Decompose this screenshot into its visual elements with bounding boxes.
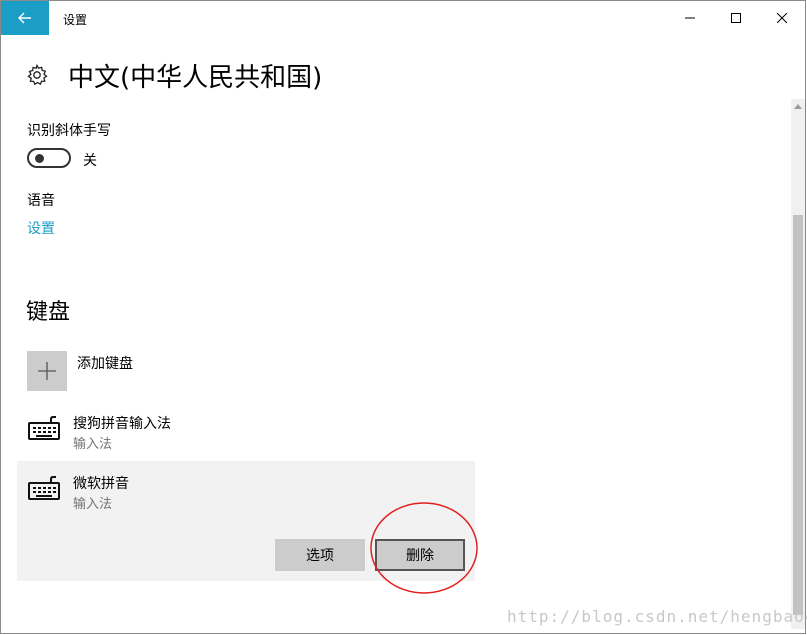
minimize-button[interactable] <box>667 1 713 35</box>
close-icon <box>777 13 787 23</box>
handwriting-label: 识别斜体手写 <box>27 123 111 139</box>
keyboard-name: 微软拼音 <box>73 476 129 492</box>
vertical-scrollbar[interactable] <box>791 99 805 629</box>
plus-icon <box>38 362 56 380</box>
speech-label: 语音 <box>27 193 55 209</box>
maximize-button[interactable] <box>713 1 759 35</box>
minimize-icon <box>685 17 695 19</box>
keyboard-type: 输入法 <box>73 497 113 512</box>
back-arrow-icon <box>18 12 31 24</box>
add-keyboard-button[interactable] <box>27 351 67 391</box>
toggle-state-label: 关 <box>83 153 97 169</box>
annotation-circle <box>370 502 478 594</box>
scroll-up-button[interactable] <box>791 99 805 113</box>
close-button[interactable] <box>759 1 805 35</box>
speech-settings-link[interactable]: 设置 <box>27 218 55 238</box>
scroll-thumb[interactable] <box>793 215 803 615</box>
handwriting-toggle[interactable] <box>27 148 71 168</box>
scroll-up-icon <box>794 103 802 109</box>
window-title: 设置 <box>63 13 88 27</box>
maximize-icon <box>731 13 741 23</box>
keyboard-icon <box>28 476 60 500</box>
options-button[interactable]: 选项 <box>275 539 365 571</box>
keyboard-type: 输入法 <box>73 437 113 452</box>
settings-window: 设置 中文(中华人民共和国) 识别斜体手写 关 语音 设置 键盘 添加键盘 搜狗… <box>0 0 807 634</box>
add-keyboard-label[interactable]: 添加键盘 <box>77 353 133 373</box>
title-bar: 设置 <box>1 1 805 35</box>
keyboard-icon <box>28 416 60 440</box>
gear-icon <box>27 63 48 86</box>
toggle-knob <box>35 154 44 163</box>
back-button[interactable] <box>1 1 49 35</box>
watermark: http://blog.csdn.net/hengbao4 <box>507 607 807 626</box>
keyboard-name: 搜狗拼音输入法 <box>73 416 171 432</box>
page-title: 中文(中华人民共和国) <box>68 63 323 93</box>
keyboard-section-title: 键盘 <box>26 300 71 325</box>
